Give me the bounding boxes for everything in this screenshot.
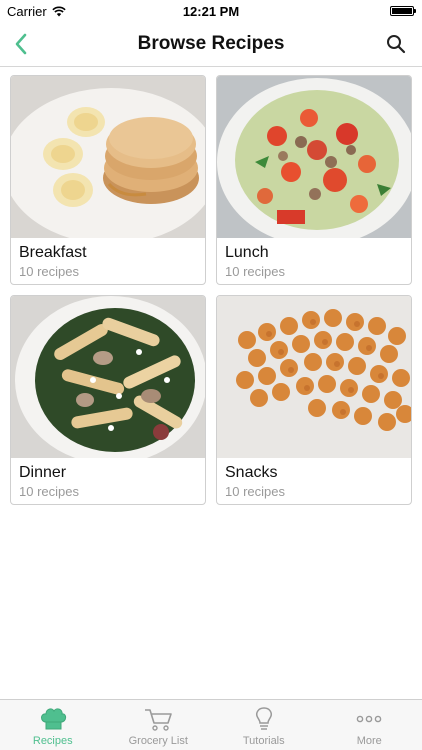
recipe-count: 10 recipes xyxy=(19,484,79,499)
category-card-snacks[interactable]: Snacks 10 recipes xyxy=(216,295,412,505)
snacks-image xyxy=(217,296,411,458)
tab-grocery-list[interactable]: Grocery List xyxy=(106,700,212,750)
category-card-dinner[interactable]: Dinner 10 recipes xyxy=(10,295,206,505)
category-name: Dinner xyxy=(19,464,67,481)
recipe-count: 10 recipes xyxy=(225,484,285,499)
lunch-image xyxy=(217,76,411,238)
breakfast-image xyxy=(11,76,205,238)
tab-label: Tutorials xyxy=(242,735,285,747)
tab-more[interactable]: More xyxy=(317,700,422,750)
battery-icon xyxy=(390,6,416,16)
status-bar: Carrier 12:21 PM xyxy=(0,0,422,22)
recipe-count: 10 recipes xyxy=(225,264,285,279)
tab-label: More xyxy=(356,735,382,747)
category-card-lunch[interactable]: Lunch 10 recipes xyxy=(216,75,412,285)
search-icon xyxy=(387,35,406,54)
tab-label: Grocery List xyxy=(128,735,188,747)
tab-label: Recipes xyxy=(32,735,73,747)
lightbulb-icon xyxy=(255,707,272,730)
tab-tutorials[interactable]: Tutorials xyxy=(211,700,317,750)
dinner-image xyxy=(11,296,205,458)
navigation-bar: Browse Recipes xyxy=(0,22,422,67)
category-grid: Breakfast 10 recipes Lunch 10 recipes Di… xyxy=(10,75,412,505)
category-card-breakfast[interactable]: Breakfast 10 recipes xyxy=(10,75,206,285)
cart-icon xyxy=(145,709,173,731)
category-name: Breakfast xyxy=(19,244,87,261)
search-button[interactable] xyxy=(384,32,408,56)
page-title: Browse Recipes xyxy=(137,33,285,54)
category-name: Snacks xyxy=(225,464,278,481)
tab-bar: Recipes Grocery List Tutorials More xyxy=(0,699,422,750)
status-time: 12:21 PM xyxy=(182,4,240,19)
chef-hat-icon xyxy=(40,708,66,730)
tab-recipes[interactable]: Recipes xyxy=(0,700,106,750)
category-name: Lunch xyxy=(225,244,269,261)
more-icon xyxy=(356,715,382,723)
recipe-count: 10 recipes xyxy=(19,264,79,279)
